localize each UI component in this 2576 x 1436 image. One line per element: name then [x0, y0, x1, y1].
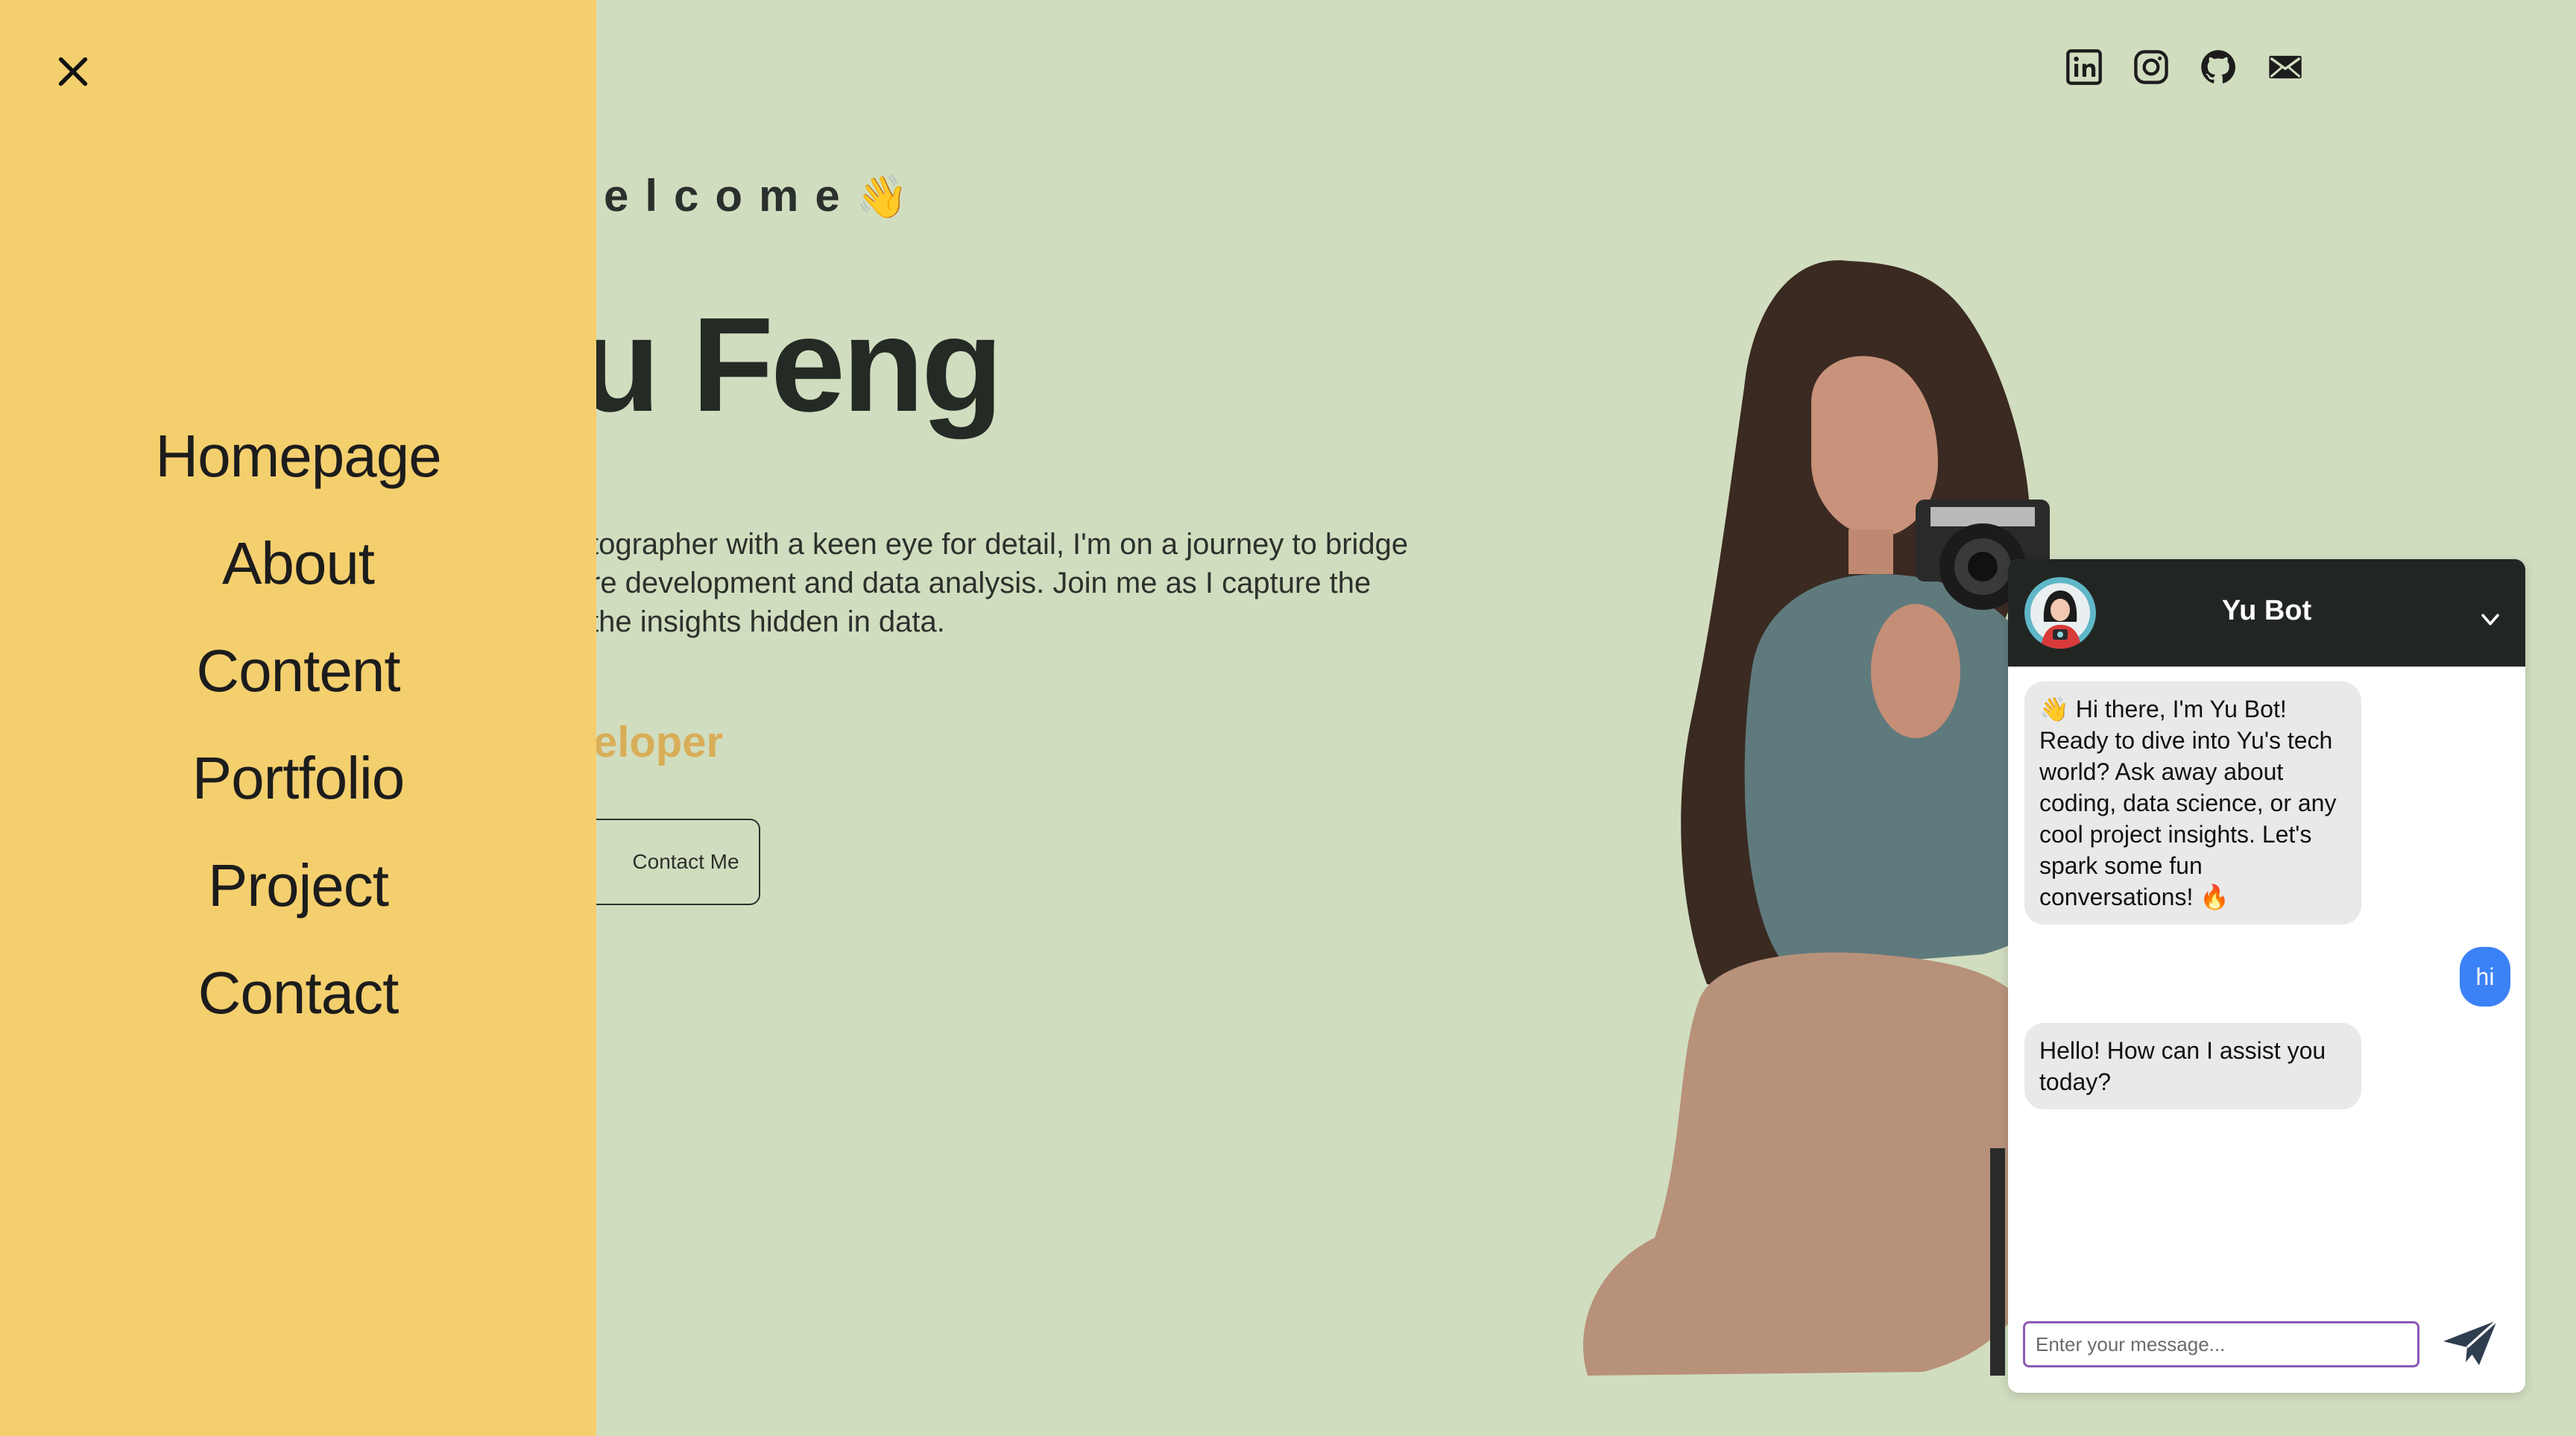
- instagram-icon[interactable]: [2132, 48, 2171, 86]
- hero-name: u Feng: [578, 290, 1003, 440]
- bio-line: the insights hidden in data.: [590, 605, 945, 638]
- wave-emoji: 👋: [856, 173, 909, 220]
- bot-message: 👋 Hi there, I'm Yu Bot! Ready to dive in…: [2024, 681, 2361, 925]
- chat-input[interactable]: [2023, 1321, 2419, 1367]
- welcome-text: elcome: [604, 171, 856, 221]
- social-links: [2065, 48, 2305, 86]
- chevron-down-icon[interactable]: [2478, 607, 2503, 632]
- nav-item-content[interactable]: Content: [0, 617, 596, 725]
- bio-line: re development and data analysis. Join m…: [590, 567, 1371, 599]
- nav-item-project[interactable]: Project: [0, 832, 596, 939]
- chat-messages: 👋 Hi there, I'm Yu Bot! Ready to dive in…: [2008, 667, 2525, 1300]
- nav-item-about[interactable]: About: [0, 510, 596, 617]
- send-icon[interactable]: [2440, 1317, 2500, 1369]
- chat-input-row: [2008, 1300, 2525, 1393]
- linkedin-icon[interactable]: [2065, 48, 2103, 86]
- close-icon[interactable]: [52, 51, 94, 92]
- user-message: hi: [2460, 947, 2510, 1007]
- nav-item-contact[interactable]: Contact: [0, 939, 596, 1047]
- mail-icon[interactable]: [2266, 48, 2305, 86]
- hero-role: eloper: [593, 718, 724, 766]
- hero-bio: tographer with a keen eye for detail, I'…: [590, 525, 1485, 641]
- nav-menu: Homepage About Content Portfolio Project…: [0, 403, 596, 1047]
- nav-item-portfolio[interactable]: Portfolio: [0, 725, 596, 832]
- navigation-drawer: Homepage About Content Portfolio Project…: [0, 0, 596, 1436]
- github-icon[interactable]: [2199, 48, 2238, 86]
- welcome-heading: elcome👋: [604, 170, 909, 221]
- chat-title: Yu Bot: [2221, 595, 2312, 626]
- chat-header: Yu Bot: [2008, 559, 2525, 667]
- chat-widget: Yu Bot 👋 Hi there, I'm Yu Bot! Ready to …: [2008, 559, 2525, 1393]
- bot-message: Hello! How can I assist you today?: [2024, 1023, 2361, 1109]
- bio-line: tographer with a keen eye for detail, I'…: [590, 528, 1409, 561]
- nav-item-homepage[interactable]: Homepage: [0, 403, 596, 510]
